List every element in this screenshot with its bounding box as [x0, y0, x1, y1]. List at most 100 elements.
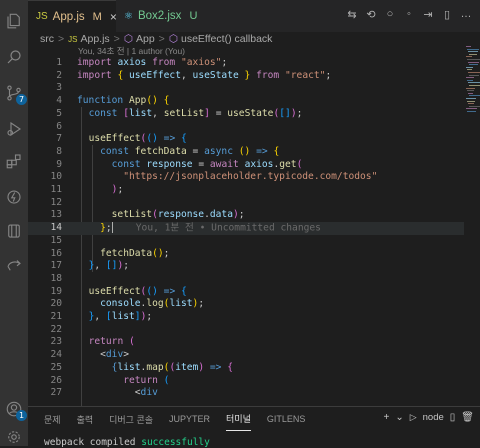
trash-icon[interactable]: 🗑 [461, 412, 474, 423]
code-line[interactable]: 3 [28, 82, 468, 95]
code-line[interactable]: 14 }; You, 1분 전 • Uncommitted changes [28, 222, 468, 235]
line-number: 20 [50, 298, 62, 310]
code-line[interactable]: 2 import { useEffect, useState } from "re… [28, 70, 468, 83]
breadcrumb-src[interactable]: src [40, 33, 54, 45]
more-actions-icon[interactable]: … [460, 8, 472, 21]
code-text: return ( [123, 374, 170, 386]
minimap[interactable] [464, 42, 480, 402]
line-number: 24 [50, 349, 62, 361]
breadcrumb-callback[interactable]: useEffect() callback [181, 33, 272, 45]
minimap-line [467, 59, 480, 60]
breadcrumb-file[interactable]: App.js [80, 33, 109, 45]
code-editor[interactable]: 1 import axios from "axios"; 2 import { use… [28, 57, 468, 406]
code-line[interactable]: 26 return ( [28, 375, 468, 388]
untracked-status: U [189, 10, 198, 22]
code-line[interactable]: 4 function App() { [28, 95, 468, 108]
terminal-output[interactable]: webpack compiled successfully [44, 437, 210, 448]
code-line[interactable]: 19 useEffect(() => { [28, 286, 468, 299]
code-line[interactable]: 18 [28, 273, 468, 286]
minimap-line [469, 105, 480, 107]
tab-jupyter[interactable]: JUPYTER [169, 407, 210, 431]
minimap-line [467, 79, 473, 81]
tab-output[interactable]: 출력 [77, 407, 94, 431]
line-number: 6 [56, 120, 62, 132]
minimap-line [466, 56, 472, 58]
code-line[interactable]: 22 [28, 324, 468, 337]
minimap-line [466, 66, 473, 68]
code-text: ); [111, 184, 124, 195]
code-line[interactable]: 27 <div [28, 387, 468, 400]
code-text: setList(response.data); [111, 209, 245, 221]
code-line[interactable]: 23 return ( [28, 336, 468, 349]
line-number: 5 [56, 107, 62, 119]
line-number: 27 [50, 387, 62, 399]
minimap-line [467, 90, 474, 92]
breadcrumb: src > JS App.js > ⬡ App > ⬡ useEffect() … [40, 33, 273, 45]
code-line[interactable]: 25 {list.map((item) => { [28, 362, 468, 375]
minimap-line [469, 53, 477, 55]
code-text: const response = await axios.get( [111, 158, 303, 170]
settings-gear-icon[interactable] [3, 426, 25, 448]
code-line[interactable]: 21 }, [list]); [28, 311, 468, 324]
minimap-line [467, 100, 475, 102]
compare-icon[interactable]: ⇆ [346, 8, 358, 21]
tab-app-js[interactable]: JS App.js M × [28, 0, 117, 32]
code-line[interactable]: 5 const [list, setList] = useState([]); [28, 108, 468, 121]
tab-problems[interactable]: 문제 [44, 407, 61, 431]
codelens-author[interactable]: You, 34초 전 | 1 author (You) [78, 45, 185, 57]
open-changes-icon[interactable]: ⇥ [422, 8, 434, 21]
split-terminal-icon[interactable]: ▯ [450, 412, 456, 423]
tab-box2-jsx[interactable]: ⚛ Box2.jsx U [116, 0, 214, 32]
code-line[interactable]: 8 const fetchData = async () => { [28, 146, 468, 159]
minimap-line [466, 98, 476, 99]
remote-explorer-icon[interactable] [3, 254, 25, 276]
line-number: 22 [50, 323, 62, 335]
terminal-name[interactable]: node [423, 412, 444, 423]
files-icon[interactable] [3, 10, 25, 32]
code-line[interactable]: 20 console.log(list); [28, 298, 468, 311]
code-line[interactable]: 15 [28, 235, 468, 248]
split-editor-icon[interactable]: ▯ [441, 8, 453, 21]
editor-actions: ⇆ ⟲ ○ ◦ ⇥ ▯ … [346, 8, 472, 21]
minimap-line [468, 72, 480, 73]
code-line[interactable]: 24 <div> [28, 349, 468, 362]
code-line[interactable]: 1 import axios from "axios"; [28, 57, 468, 70]
search-icon[interactable] [3, 46, 25, 68]
code-line[interactable]: 12 [28, 197, 468, 210]
code-line[interactable]: 9 const response = await axios.get( [28, 159, 468, 172]
minimap-line [468, 61, 479, 63]
tab-terminal[interactable]: 터미널 [226, 407, 251, 431]
code-line[interactable]: 7 useEffect(() => { [28, 133, 468, 146]
code-line[interactable]: 17 }, []); [28, 260, 468, 273]
code-line[interactable]: 6 [28, 121, 468, 134]
chevron-down-icon[interactable]: ⌄ [395, 412, 403, 423]
source-control-icon[interactable]: 7 [3, 82, 27, 105]
source-control-badge: 7 [16, 94, 27, 105]
code-line[interactable]: 16 fetchData(); [28, 248, 468, 261]
tab-gitlens[interactable]: GITLENS [267, 407, 306, 431]
code-text: useEffect(() => { [88, 133, 187, 145]
breadcrumb-function[interactable]: App [136, 33, 155, 45]
new-terminal-icon[interactable]: + [383, 412, 389, 423]
code-line[interactable]: 10 "https://jsonplaceholder.typicode.com… [28, 171, 468, 184]
github-actions-icon[interactable] [3, 186, 25, 208]
line-number: 8 [56, 145, 62, 157]
code-line[interactable]: 11 ); [28, 184, 468, 197]
js-file-icon: JS [68, 34, 78, 44]
previous-change-icon[interactable]: ○ [384, 8, 396, 21]
tab-debug-console[interactable]: 디버그 콘솔 [109, 407, 153, 431]
code-text: }, [list]); [88, 311, 153, 322]
code-text: const fetchData = async () => { [100, 145, 280, 157]
code-text: const [list, setList] = useState([]); [88, 107, 303, 119]
code-text: return ( [88, 336, 135, 348]
database-icon[interactable] [3, 220, 25, 242]
run-debug-icon[interactable] [3, 118, 25, 140]
accounts-icon[interactable]: 1 [3, 398, 27, 421]
extensions-icon[interactable] [3, 150, 25, 172]
code-line[interactable]: 13 setList(response.data); [28, 209, 468, 222]
next-change-icon[interactable]: ◦ [403, 8, 415, 21]
line-number: 3 [56, 82, 62, 94]
revert-icon[interactable]: ⟲ [365, 8, 377, 21]
minimap-line [467, 111, 476, 112]
minimap-line [467, 69, 472, 71]
